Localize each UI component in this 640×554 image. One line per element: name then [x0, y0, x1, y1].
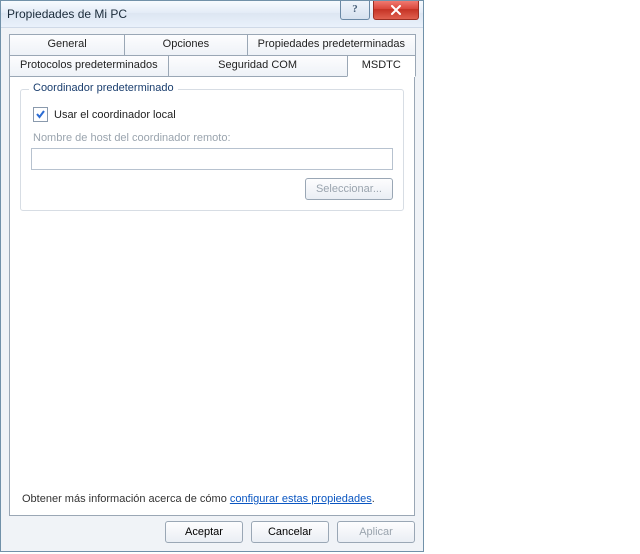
close-button[interactable] — [373, 1, 419, 20]
titlebar: Propiedades de Mi PC ? — [1, 1, 423, 28]
tab-com-security[interactable]: Seguridad COM — [168, 55, 348, 77]
tab-strip: General Opciones Propiedades predetermin… — [9, 34, 415, 76]
info-line: Obtener más información acerca de cómo c… — [22, 493, 402, 505]
info-suffix: . — [372, 493, 375, 505]
properties-dialog: Propiedades de Mi PC ? General Opciones … — [0, 0, 424, 552]
tab-control: General Opciones Propiedades predetermin… — [9, 34, 415, 543]
checkbox-icon — [33, 107, 48, 122]
remote-host-input — [31, 148, 393, 170]
client-area: General Opciones Propiedades predetermin… — [1, 27, 423, 551]
default-coordinator-group: Coordinador predeterminado Usar el coord… — [20, 89, 404, 211]
tab-general[interactable]: General — [9, 34, 125, 56]
question-icon: ? — [352, 3, 358, 15]
use-local-coordinator-label: Usar el coordinador local — [54, 109, 176, 121]
tab-default-properties[interactable]: Propiedades predeterminadas — [247, 34, 416, 56]
group-legend: Coordinador predeterminado — [29, 82, 178, 94]
tab-options[interactable]: Opciones — [124, 34, 247, 56]
tab-default-protocols[interactable]: Protocolos predeterminados — [9, 55, 169, 77]
remote-host-label: Nombre de host del coordinador remoto: — [33, 132, 393, 144]
cancel-button[interactable]: Cancelar — [251, 521, 329, 543]
help-button[interactable]: ? — [340, 1, 370, 20]
tab-msdtc[interactable]: MSDTC — [347, 55, 416, 77]
titlebar-buttons: ? — [340, 1, 419, 20]
dialog-footer: Aceptar Cancelar Aplicar — [165, 521, 415, 543]
window-title: Propiedades de Mi PC — [7, 7, 127, 21]
close-icon — [390, 5, 402, 15]
tab-panel-msdtc: Coordinador predeterminado Usar el coord… — [9, 76, 415, 516]
ok-button[interactable]: Aceptar — [165, 521, 243, 543]
browse-button: Seleccionar... — [305, 178, 393, 200]
info-prefix: Obtener más información acerca de cómo — [22, 493, 230, 505]
apply-button: Aplicar — [337, 521, 415, 543]
use-local-coordinator-checkbox[interactable]: Usar el coordinador local — [33, 107, 393, 122]
configure-properties-link[interactable]: configurar estas propiedades — [230, 493, 372, 505]
